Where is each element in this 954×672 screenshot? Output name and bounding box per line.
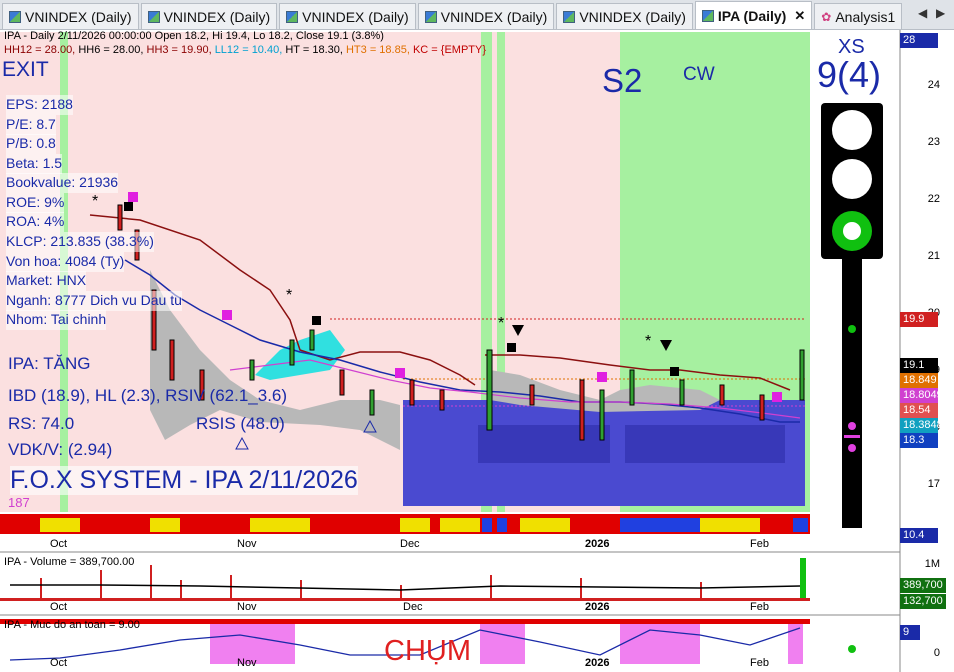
- chart-icon: [563, 10, 576, 23]
- chart-icon: [424, 10, 437, 23]
- chart-icon: [701, 9, 714, 22]
- tab-next-icon[interactable]: ▶: [936, 6, 945, 20]
- hh6-value: HH6 = 28.00,: [78, 44, 147, 56]
- tab-vnindex-5[interactable]: VNINDEX (Daily): [556, 3, 693, 29]
- roe: ROE: 9%: [6, 193, 65, 213]
- svg-text:*: *: [645, 333, 651, 350]
- vol-x-2026: 2026: [585, 601, 610, 613]
- price-tag-19-9: 19.9: [900, 312, 938, 327]
- safety-value-tag: 9: [900, 625, 920, 640]
- xs-value: 9(4): [817, 54, 882, 95]
- ht-value: HT = 18.30,: [285, 44, 346, 56]
- von-hoa: Von hoa: 4084 (Ty): [6, 252, 125, 272]
- cw-label: CW: [683, 64, 715, 85]
- chart-icon: [147, 10, 160, 23]
- volume-title: IPA - Volume = 389,700.00: [4, 556, 135, 568]
- rsis-value: RSIS (48.0): [196, 414, 285, 433]
- safe-x-feb: Feb: [750, 657, 769, 669]
- tab-analysis1[interactable]: ✿ Analysis1: [814, 3, 903, 29]
- vol-x-feb: Feb: [750, 601, 769, 613]
- tab-vnindex-2[interactable]: VNINDEX (Daily): [140, 3, 278, 29]
- price-tick: 23: [927, 136, 940, 148]
- safe-x-2026: 2026: [585, 657, 610, 669]
- price-tick: 21: [927, 250, 940, 262]
- analysis-icon: ✿: [821, 9, 832, 24]
- svg-text:*: *: [286, 287, 292, 304]
- vol-x-oct: Oct: [50, 601, 68, 613]
- s2-label: S2: [602, 62, 643, 99]
- header-info: IPA - Daily 2/11/2026 00:00:00 Open 18.2…: [4, 30, 384, 42]
- roa: ROA: 4%: [6, 212, 65, 232]
- price-tag-ma: 18.8049: [900, 388, 943, 403]
- klcp: KLCP: 213.835 (38.3%): [6, 232, 154, 252]
- price-tag-18-38: 18.3848: [900, 418, 943, 433]
- safe-x-nov: Nov: [237, 657, 257, 669]
- price-tag-ht3: 18.849: [900, 373, 938, 388]
- ibd-stats: IBD (18.9), HL (2.3), RSIV (62.1_3.6): [8, 386, 288, 405]
- price-bottom-box: 10.4: [900, 528, 938, 543]
- price-tag-18-54: 18.54: [900, 403, 938, 418]
- blue-box-inner: [478, 425, 610, 463]
- header-indicators: HH12 = 28.00, HH6 = 28.00, HH3 = 19.90, …: [4, 44, 486, 56]
- tab-bar: VNINDEX (Daily) VNINDEX (Daily) VNINDEX …: [0, 0, 954, 30]
- x-axis-nov: Nov: [237, 538, 257, 550]
- nganh: Nganh: 8777 Dich vu Dau tu: [6, 291, 182, 311]
- safety-axis-zero: 0: [933, 647, 940, 659]
- price-tick: 17: [927, 478, 940, 490]
- svg-text:*: *: [92, 193, 98, 210]
- x-axis-oct: Oct: [50, 538, 68, 550]
- chart-area[interactable]: * * * * IPA - Daily 2/11/2026 00:00:00 O…: [0, 30, 954, 672]
- safety-title: IPA - Muc do an toan = 9.00: [4, 619, 140, 631]
- volume-ma-tag: 132,700: [900, 594, 946, 609]
- chum-label: CHỤM: [384, 635, 471, 667]
- chart-icon: [286, 10, 299, 23]
- x-axis-dec: Dec: [400, 538, 420, 550]
- tab-vnindex-1[interactable]: VNINDEX (Daily): [2, 3, 139, 29]
- hh3-value: HH3 = 19.90,: [146, 44, 215, 56]
- volume-axis-top: 1M: [924, 558, 940, 570]
- fox-title: F.O.X SYSTEM - IPA 2/11/2026: [10, 466, 358, 495]
- price-tick: 22: [927, 193, 940, 205]
- vol-x-nov: Nov: [237, 601, 257, 613]
- beta: Beta: 1.5: [6, 154, 63, 174]
- ll12-value: LL12 = 10.40,: [214, 44, 286, 56]
- tab-ipa[interactable]: IPA (Daily) ✕: [694, 1, 813, 29]
- rs-value: RS: 74.0: [8, 414, 75, 433]
- ht3-value: HT3 = 18.85,: [345, 44, 413, 56]
- bookvalue: Bookvalue: 21936: [6, 173, 119, 193]
- market: Market: HNX: [6, 271, 87, 291]
- svg-text:*: *: [498, 315, 504, 332]
- exit-label: EXIT: [2, 58, 49, 81]
- vdkv-value: VDK/V: (2.94): [8, 440, 113, 459]
- trend-status: IPA: TĂNG: [8, 354, 91, 373]
- x-axis-2026: 2026: [585, 538, 610, 550]
- chart-icon: [9, 10, 21, 23]
- hh12-value: HH12 = 28.00,: [4, 44, 79, 56]
- price-tag-ht: 18.3: [900, 433, 938, 448]
- price-tick: 24: [927, 79, 940, 91]
- chart-canvas: * * * *: [0, 30, 901, 672]
- nhom: Nhom: Tai chinh: [6, 310, 107, 330]
- vol-x-dec: Dec: [403, 601, 423, 613]
- blue-box-inner2: [625, 425, 785, 463]
- x-axis-feb: Feb: [750, 538, 769, 550]
- tab-vnindex-4[interactable]: VNINDEX (Daily): [417, 3, 555, 29]
- kc-value: KC = {EMPTY}: [412, 44, 487, 56]
- safe-x-oct: Oct: [50, 657, 68, 669]
- count-label: 187: [8, 495, 30, 510]
- tab-prev-icon[interactable]: ◀: [918, 6, 927, 20]
- close-icon[interactable]: ✕: [794, 8, 805, 24]
- pb: P/B: 0.8: [6, 134, 56, 154]
- tab-vnindex-3[interactable]: VNINDEX (Daily): [279, 3, 416, 29]
- pe: P/E: 8.7: [6, 115, 56, 135]
- price-top-box: 28: [900, 33, 938, 48]
- eps: EPS: 2188: [6, 95, 73, 115]
- volume-tag: 389,700: [900, 578, 946, 593]
- price-tag-close: 19.1: [900, 358, 938, 373]
